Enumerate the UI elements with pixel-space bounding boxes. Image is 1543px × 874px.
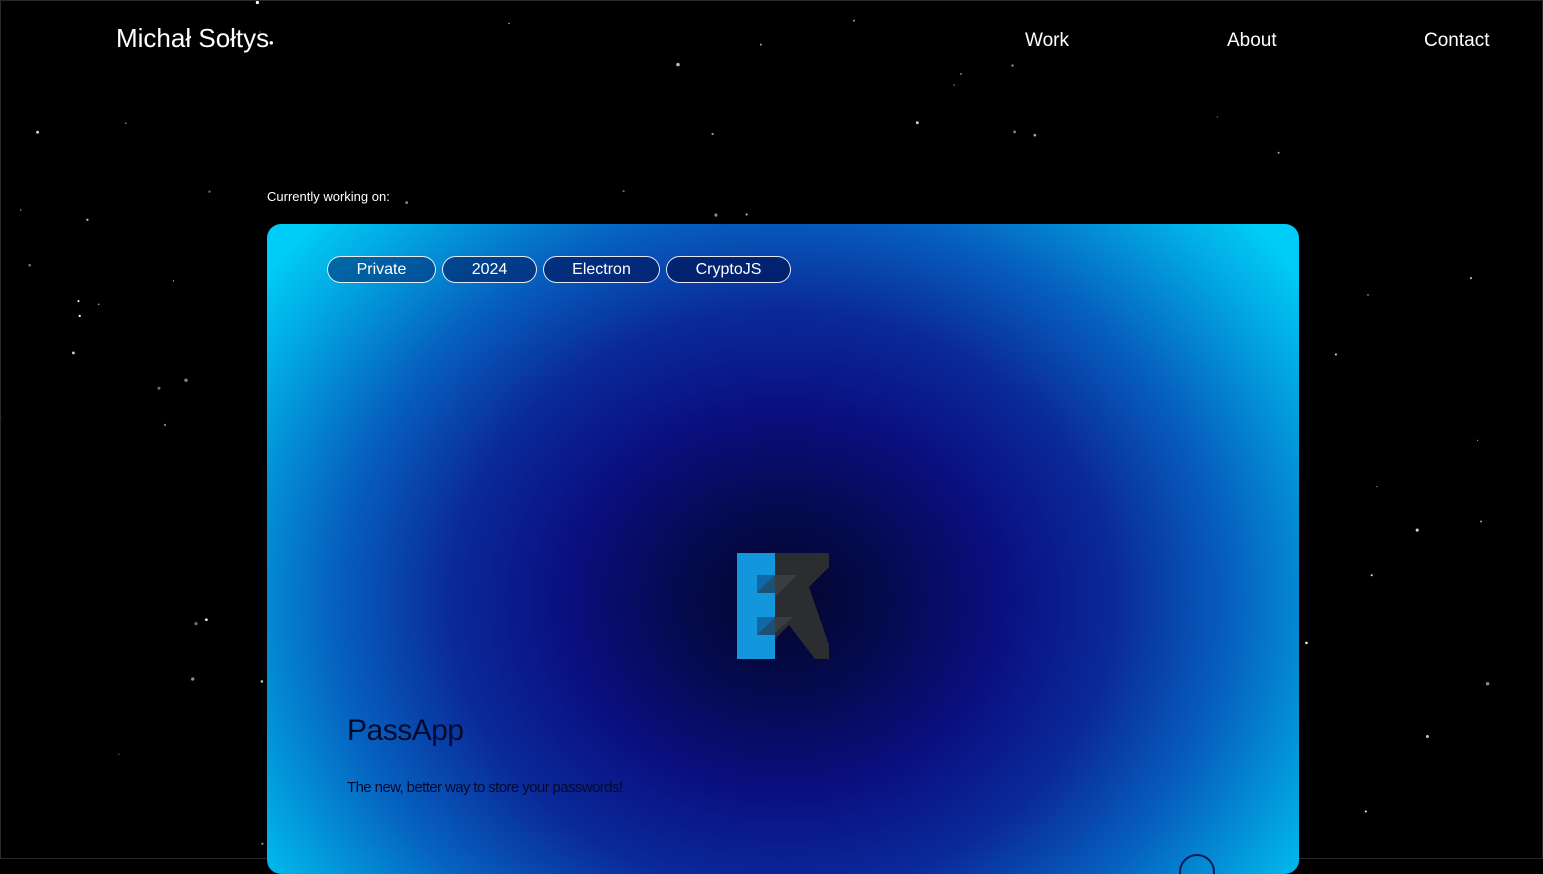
star — [77, 300, 80, 303]
star — [622, 190, 625, 193]
star — [1469, 276, 1473, 280]
project-title: PassApp — [347, 714, 464, 747]
star — [172, 280, 175, 282]
project-tags: Private 2024 Electron CryptoJS — [327, 256, 791, 283]
star — [0, 415, 2, 419]
star — [28, 263, 32, 267]
nav-about-link[interactable]: About — [1227, 30, 1277, 52]
star — [959, 72, 963, 75]
star — [71, 351, 75, 355]
star — [261, 842, 264, 845]
star — [86, 218, 89, 221]
star — [759, 43, 762, 46]
star — [118, 753, 120, 755]
star — [1480, 520, 1482, 523]
star — [1277, 151, 1280, 154]
nav-work-link[interactable]: Work — [1025, 30, 1069, 52]
star — [915, 121, 919, 125]
star — [1370, 574, 1373, 577]
star — [208, 190, 211, 193]
star — [97, 303, 100, 306]
nav-contact-link[interactable]: Contact — [1424, 30, 1489, 52]
star — [853, 19, 855, 22]
star — [508, 22, 510, 25]
star — [205, 618, 208, 622]
project-card[interactable]: Private 2024 Electron CryptoJS PassApp T… — [267, 224, 1299, 874]
star — [36, 130, 40, 134]
star — [1216, 116, 1219, 118]
star — [125, 122, 127, 124]
brand-logo-link[interactable]: Michał Sołtys — [116, 22, 269, 54]
tag-cryptojs: CryptoJS — [666, 256, 791, 283]
star — [194, 621, 198, 626]
project-description: The new, better way to store your passwo… — [347, 779, 623, 796]
star — [19, 209, 22, 211]
star — [1013, 130, 1017, 134]
star — [255, 0, 260, 5]
star — [191, 677, 195, 681]
currently-working-label: Currently working on: — [267, 189, 390, 204]
star — [184, 378, 188, 383]
circle-arrow-icon[interactable] — [1177, 852, 1217, 874]
star — [269, 41, 274, 45]
star — [1011, 64, 1014, 67]
star — [405, 201, 409, 205]
tag-electron: Electron — [543, 256, 660, 283]
star — [1485, 681, 1490, 686]
star — [157, 386, 161, 390]
star — [1367, 294, 1369, 296]
star — [1476, 439, 1479, 442]
star — [78, 314, 81, 318]
tag-year: 2024 — [442, 256, 537, 283]
star — [1364, 810, 1367, 813]
star — [714, 213, 718, 217]
tag-private: Private — [327, 256, 436, 283]
star — [953, 84, 955, 86]
star — [745, 213, 748, 216]
star — [1425, 735, 1429, 738]
passapp-logo-icon — [737, 553, 829, 659]
star — [1415, 528, 1419, 532]
star — [1033, 133, 1037, 137]
star — [163, 423, 167, 426]
star — [1305, 641, 1308, 645]
star — [1334, 353, 1337, 356]
star — [260, 680, 264, 683]
star — [676, 62, 680, 67]
star — [1376, 485, 1378, 488]
star — [711, 132, 714, 136]
